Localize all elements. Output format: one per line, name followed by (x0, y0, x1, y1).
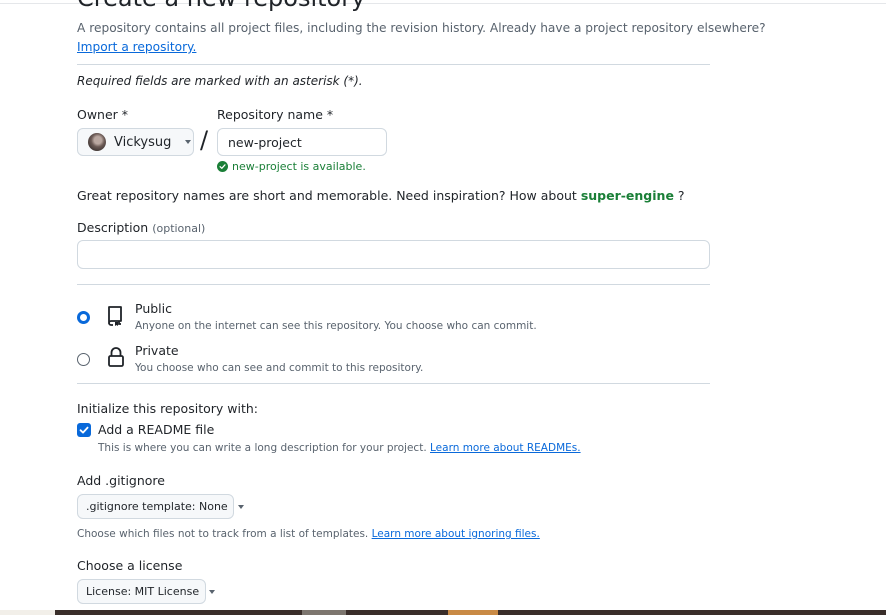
taskbar-segment (0, 610, 55, 615)
license-heading: Choose a license (77, 558, 183, 573)
optional-tag: (optional) (152, 222, 206, 235)
add-readme-label[interactable]: Add a README file (98, 422, 214, 437)
suggestion-suffix: ? (677, 188, 685, 203)
description-input[interactable] (77, 240, 710, 269)
suggestion-prefix: Great repository names are short and mem… (77, 188, 577, 203)
gitignore-template-select[interactable]: .gitignore template: None (77, 494, 244, 519)
private-radio[interactable] (77, 353, 90, 366)
readme-learn-more-link[interactable]: Learn more about READMEs. (430, 442, 581, 454)
repository-name-label: Repository name * (217, 107, 334, 122)
public-title: Public (135, 301, 172, 316)
chevron-down-icon (185, 140, 192, 144)
taskbar (0, 610, 886, 615)
chevron-down-icon (209, 589, 216, 594)
page-title: Create a new repository (77, 0, 365, 12)
taskbar-segment (448, 610, 498, 615)
readme-help-text: This is where you can write a long descr… (98, 442, 427, 454)
public-radio[interactable] (77, 311, 90, 324)
availability-text: new-project is available. (232, 160, 366, 173)
availability-message: new-project is available. (217, 160, 366, 173)
taskbar-segment (302, 610, 346, 615)
chevron-down-icon (237, 504, 244, 509)
initialize-heading: Initialize this repository with: (77, 401, 258, 416)
gitignore-help-text: Choose which files not to track from a l… (77, 528, 369, 540)
divider (77, 284, 710, 285)
license-select-label: License: MIT License (86, 585, 200, 598)
add-readme-checkbox[interactable] (77, 423, 91, 437)
owner-name: Vickysug (114, 134, 172, 150)
license-select[interactable]: License: MIT License (77, 579, 216, 604)
private-title: Private (135, 343, 179, 358)
suggested-name[interactable]: super-engine (581, 188, 674, 203)
description-label: Description (optional) (77, 220, 205, 235)
name-suggestion: Great repository names are short and mem… (77, 188, 685, 203)
gitignore-select-label: .gitignore template: None (86, 500, 228, 513)
private-subtitle: You choose who can see and commit to thi… (135, 362, 424, 374)
readme-help: This is where you can write a long descr… (98, 442, 581, 454)
divider (77, 64, 710, 65)
checkmark-icon (79, 426, 89, 434)
repository-name-input[interactable] (217, 128, 387, 156)
owner-repo-separator: / (200, 126, 209, 154)
owner-select-button[interactable]: Vickysug (77, 128, 194, 156)
gitignore-heading: Add .gitignore (77, 473, 165, 488)
public-subtitle: Anyone on the internet can see this repo… (135, 320, 537, 332)
intro-text: A repository contains all project files,… (77, 21, 766, 35)
gitignore-help: Choose which files not to track from a l… (77, 528, 540, 540)
required-fields-note: Required fields are marked with an aster… (77, 74, 363, 88)
lock-icon (108, 347, 124, 367)
owner-label: Owner * (77, 107, 129, 122)
check-circle-icon (217, 161, 228, 172)
divider (77, 383, 710, 384)
repo-icon (108, 306, 122, 326)
avatar (88, 133, 106, 151)
gitignore-learn-more-link[interactable]: Learn more about ignoring files. (372, 528, 540, 540)
import-repository-link[interactable]: Import a repository. (77, 40, 196, 54)
description-label-text: Description (77, 220, 149, 235)
